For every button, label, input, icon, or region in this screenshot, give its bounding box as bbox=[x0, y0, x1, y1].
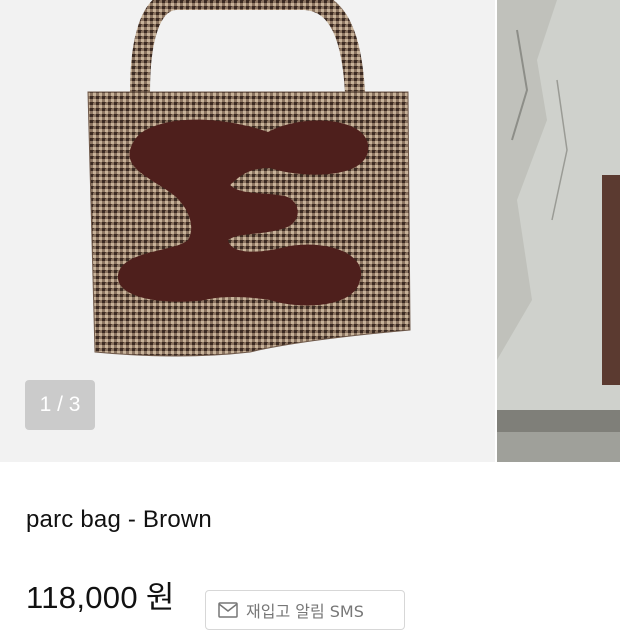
restock-sms-button[interactable]: 재입고 알림 SMS bbox=[205, 590, 405, 630]
image-counter: 1 / 3 bbox=[25, 380, 95, 430]
mail-icon bbox=[218, 602, 238, 618]
currency-label: 원 bbox=[145, 580, 175, 616]
product-price: 118,000 bbox=[26, 580, 138, 615]
product-title: parc bag - Brown bbox=[26, 506, 212, 533]
price-row: 118,000 원 bbox=[26, 578, 174, 620]
product-image-gallery[interactable]: 1 / 3 bbox=[0, 0, 620, 462]
product-image-main[interactable]: 1 / 3 bbox=[0, 0, 495, 462]
wall-photo-image bbox=[497, 0, 620, 462]
product-image-next[interactable] bbox=[497, 0, 620, 462]
restock-sms-label: 재입고 알림 SMS bbox=[246, 602, 364, 621]
